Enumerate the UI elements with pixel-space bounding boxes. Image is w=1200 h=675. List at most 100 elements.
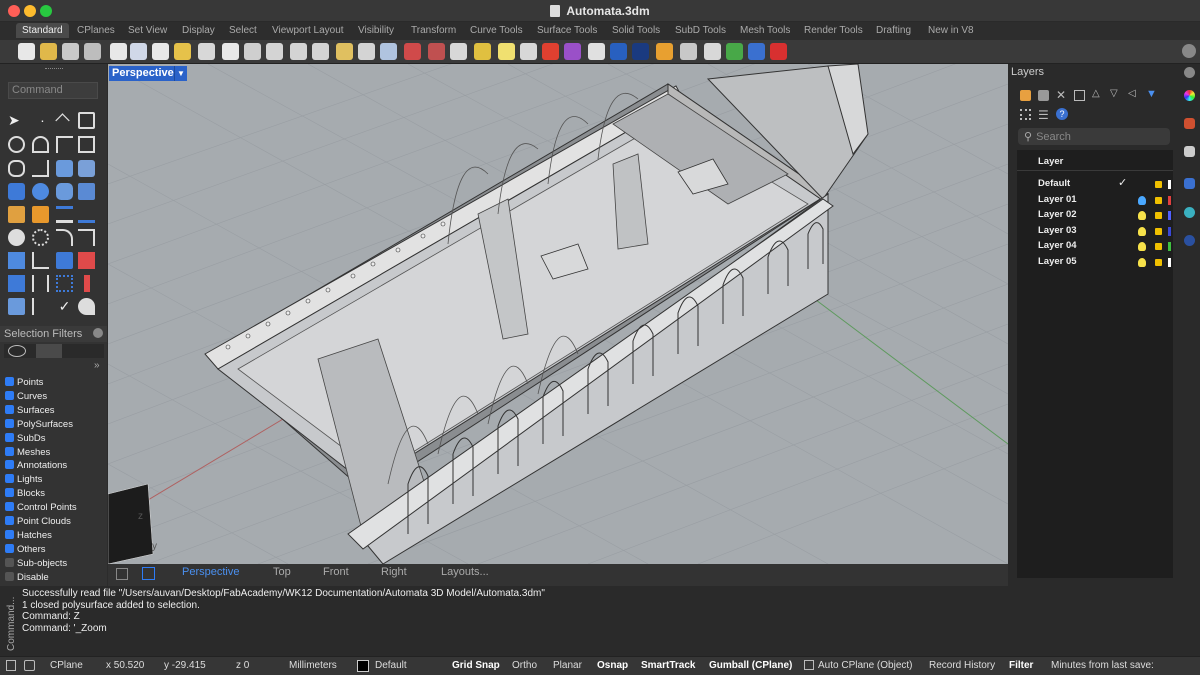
filter-point-clouds[interactable]: Point Clouds <box>5 516 71 527</box>
mesh-box-icon[interactable] <box>78 183 95 200</box>
move-up-icon[interactable]: △ <box>1092 88 1100 99</box>
properties-icon[interactable] <box>542 43 559 60</box>
layer-color-swatch[interactable] <box>1168 242 1171 251</box>
ortho-toggle[interactable]: Ortho <box>512 660 537 671</box>
filter-icon[interactable]: ▼ <box>1146 88 1157 100</box>
gear-icon[interactable] <box>1184 67 1195 78</box>
sphere-solid-icon[interactable] <box>32 183 49 200</box>
duplicate-layer-icon[interactable] <box>1074 90 1085 101</box>
bars-icon[interactable] <box>32 275 49 292</box>
layer-row[interactable]: Layer 05 <box>1038 256 1077 267</box>
layer-color-swatch[interactable] <box>1168 257 1171 267</box>
layer-color-swatch[interactable] <box>357 660 369 672</box>
materials-icon[interactable] <box>1184 118 1195 129</box>
text-object-icon[interactable] <box>8 252 25 269</box>
layer-row[interactable]: Layer 01 <box>1038 194 1077 205</box>
four-viewports-icon[interactable] <box>380 43 397 60</box>
visibility-bulb-icon[interactable] <box>1138 211 1146 220</box>
osnap-toggle[interactable]: Osnap <box>597 660 628 671</box>
tab-right[interactable]: Right <box>381 566 407 578</box>
viewport-label[interactable]: Perspective <box>109 66 177 81</box>
box-icon[interactable] <box>8 183 25 200</box>
grasshopper-icon[interactable] <box>726 43 743 60</box>
layer-color-swatch[interactable] <box>1168 180 1171 189</box>
filter-meshes[interactable]: Meshes <box>5 446 50 458</box>
list-view-icon[interactable]: ☰ <box>1038 108 1049 122</box>
dimension-tool-icon[interactable] <box>32 252 49 269</box>
tab-transform[interactable]: Transform <box>411 25 456 36</box>
array-icon[interactable] <box>56 252 73 269</box>
display-icon[interactable] <box>1184 146 1195 157</box>
explode-icon[interactable] <box>8 206 25 223</box>
open-file-icon[interactable] <box>40 43 57 60</box>
checkbox[interactable] <box>5 516 14 525</box>
filter-sub-objects[interactable]: Sub-objects <box>5 557 67 569</box>
tab-visibility[interactable]: Visibility <box>358 25 394 36</box>
rotate-view-icon[interactable] <box>244 43 261 60</box>
lock-icon[interactable] <box>1155 243 1162 250</box>
tab-drafting[interactable]: Drafting <box>876 25 911 36</box>
cplane-icon[interactable] <box>450 43 467 60</box>
layer-color-swatch[interactable] <box>1168 195 1171 205</box>
tab-cplanes[interactable]: CPlanes <box>77 25 115 36</box>
tab-mesh-tools[interactable]: Mesh Tools <box>740 25 790 36</box>
expand-chevron-icon[interactable]: » <box>94 360 100 371</box>
ellipse-icon[interactable] <box>8 160 25 177</box>
boolean-icon[interactable] <box>32 206 49 223</box>
split-icon[interactable] <box>78 206 95 223</box>
render-preview-icon[interactable] <box>428 43 445 60</box>
tab-viewport-layout[interactable]: Viewport Layout <box>272 25 344 36</box>
lock-icon[interactable] <box>1155 196 1162 204</box>
checkbox[interactable] <box>5 446 14 456</box>
light-bulb-icon[interactable] <box>498 43 515 60</box>
object-snap-icon[interactable] <box>474 43 491 60</box>
status-cplane[interactable]: CPlane <box>50 660 83 671</box>
checkbox[interactable] <box>5 432 14 442</box>
filter-subds[interactable]: SubDs <box>5 432 46 444</box>
extrude-surface-icon[interactable] <box>78 160 95 177</box>
checkbox[interactable] <box>5 502 14 512</box>
layer-color-swatch[interactable] <box>1168 211 1171 220</box>
clipboard-icon[interactable] <box>174 43 191 60</box>
delete-layer-icon[interactable]: ✕ <box>1056 88 1066 102</box>
filter-view-icon[interactable] <box>8 345 26 357</box>
color-icon[interactable] <box>1184 90 1195 101</box>
move-down-icon[interactable]: ▽ <box>1110 88 1118 99</box>
checkbox[interactable] <box>5 557 14 567</box>
tab-standard[interactable]: Standard <box>16 23 69 38</box>
save-icon[interactable] <box>62 43 79 60</box>
help-icon[interactable]: ? <box>1056 108 1068 120</box>
grid-view-icon[interactable] <box>1020 109 1031 120</box>
filter-polysurfaces[interactable]: PolySurfaces <box>5 418 73 430</box>
record-history-toggle[interactable]: Record History <box>929 660 995 671</box>
filter-annotations[interactable]: Annotations <box>5 460 67 471</box>
grid-icon[interactable] <box>24 660 35 671</box>
filter-lights[interactable]: Lights <box>5 474 42 485</box>
tab-perspective[interactable]: Perspective <box>182 566 239 578</box>
command-input[interactable]: Command <box>8 82 98 99</box>
move-left-icon[interactable]: ◁ <box>1128 88 1136 99</box>
layer-row[interactable]: Default <box>1038 178 1070 189</box>
dimension-icon[interactable] <box>680 43 697 60</box>
checkbox[interactable] <box>5 418 14 428</box>
layer-row[interactable]: Layer 02 <box>1038 209 1077 220</box>
zoom-selected-icon[interactable] <box>336 43 353 60</box>
arc-icon[interactable] <box>32 136 49 153</box>
polygon-icon[interactable] <box>56 136 73 153</box>
cut-icon[interactable] <box>130 43 147 60</box>
surface-from-points-icon[interactable] <box>56 160 73 177</box>
help-icon[interactable] <box>748 43 765 60</box>
material-icon[interactable] <box>610 43 627 60</box>
rendering-icon[interactable] <box>1184 235 1195 246</box>
visibility-bulb-icon[interactable] <box>1138 226 1146 236</box>
visibility-bulb-icon[interactable] <box>1138 242 1146 251</box>
checkbox[interactable] <box>5 488 14 498</box>
environment-panel-icon[interactable] <box>1184 207 1195 218</box>
zoom-extents-icon[interactable] <box>312 43 329 60</box>
checkmark-icon[interactable]: ✓ <box>56 298 73 315</box>
rectangle-icon[interactable] <box>78 136 95 153</box>
tab-curve-tools[interactable]: Curve Tools <box>470 25 523 36</box>
zoom-icon[interactable] <box>266 43 283 60</box>
project-icon[interactable] <box>8 275 25 292</box>
smarttrack-toggle[interactable]: SmartTrack <box>641 660 695 671</box>
